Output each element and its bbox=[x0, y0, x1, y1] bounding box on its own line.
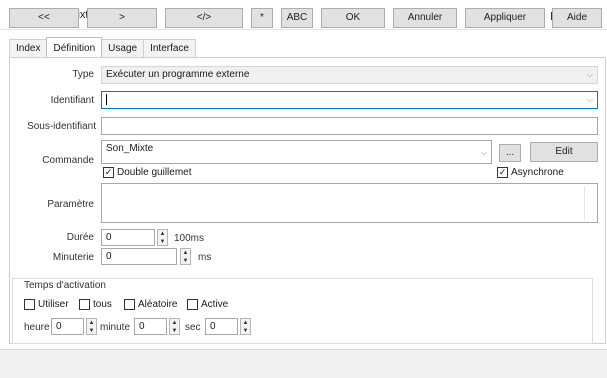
minuterie-input[interactable]: 0 bbox=[101, 248, 177, 265]
type-value: Exécuter un programme externe bbox=[106, 69, 250, 80]
commande-value: Son_Mixte bbox=[106, 143, 154, 154]
first-button[interactable]: << bbox=[9, 8, 79, 28]
spin-up-icon[interactable]: ▲ bbox=[181, 249, 190, 257]
aleatoire-label: Aléatoire bbox=[138, 299, 178, 310]
identifiant-label: Identifiant bbox=[50, 95, 94, 106]
checkbox-icon bbox=[187, 299, 198, 310]
spin-down-icon[interactable]: ▼ bbox=[181, 257, 190, 265]
heure-input[interactable]: 0 bbox=[51, 318, 84, 335]
minute-input[interactable]: 0 bbox=[134, 318, 167, 335]
abc-button[interactable]: ABC bbox=[281, 8, 313, 28]
minute-spinner[interactable]: ▲ ▼ bbox=[169, 318, 180, 335]
cancel-button[interactable]: Annuler bbox=[393, 8, 457, 28]
minuterie-unit: ms bbox=[198, 252, 212, 263]
ok-button[interactable]: OK bbox=[321, 8, 385, 28]
asynchrone-label: Asynchrone bbox=[511, 167, 564, 178]
identifiant-input[interactable]: ⌵ bbox=[101, 91, 598, 109]
double-guillemet-checkbox[interactable]: ✓ Double guillemet bbox=[103, 167, 192, 178]
spin-down-icon[interactable]: ▼ bbox=[87, 327, 96, 335]
tous-label: tous bbox=[93, 299, 112, 310]
apply-button[interactable]: Appliquer bbox=[465, 8, 545, 28]
text-cursor bbox=[106, 93, 107, 105]
aleatoire-checkbox[interactable]: Aléatoire bbox=[124, 299, 177, 310]
type-label: Type bbox=[72, 69, 94, 80]
commande-label: Commande bbox=[42, 155, 94, 166]
checkmark-icon: ✓ bbox=[103, 167, 114, 178]
activation-group-title: Temps d'activation bbox=[24, 280, 106, 291]
heure-spinner[interactable]: ▲ ▼ bbox=[86, 318, 97, 335]
checkbox-icon bbox=[124, 299, 135, 310]
code-button[interactable]: </> bbox=[165, 8, 243, 28]
chevron-down-icon: ⌵ bbox=[586, 70, 593, 79]
checkmark-icon: ✓ bbox=[497, 167, 508, 178]
checkbox-icon bbox=[24, 299, 35, 310]
spin-up-icon[interactable]: ▲ bbox=[158, 230, 167, 238]
spin-down-icon[interactable]: ▼ bbox=[170, 327, 179, 335]
tab-definition[interactable]: Définition bbox=[46, 37, 103, 58]
double-guillemet-label: Double guillemet bbox=[117, 167, 192, 178]
tab-strip: Index Définition Usage Interface bbox=[9, 37, 196, 58]
bottom-button-bar bbox=[0, 349, 607, 378]
browse-button[interactable]: ... bbox=[499, 144, 521, 162]
sous-identifiant-label: Sous-identifiant bbox=[27, 121, 96, 132]
edit-button[interactable]: Edit bbox=[530, 142, 598, 162]
tab-index[interactable]: Index bbox=[9, 39, 48, 57]
star-button[interactable]: * bbox=[251, 8, 273, 28]
type-select[interactable]: Exécuter un programme externe ⌵ bbox=[101, 66, 598, 84]
parametre-scrollbar[interactable] bbox=[584, 186, 595, 220]
checkbox-icon bbox=[79, 299, 90, 310]
tab-usage[interactable]: Usage bbox=[101, 39, 145, 57]
spin-down-icon[interactable]: ▼ bbox=[241, 327, 250, 335]
tab-interface[interactable]: Interface bbox=[143, 39, 196, 57]
minute-label: minute bbox=[100, 322, 131, 333]
sec-label: sec bbox=[185, 322, 201, 333]
duree-spinner[interactable]: ▲ ▼ bbox=[157, 229, 168, 246]
spin-up-icon[interactable]: ▲ bbox=[170, 319, 179, 327]
sec-spinner[interactable]: ▲ ▼ bbox=[240, 318, 251, 335]
duree-unit: 100ms bbox=[174, 233, 205, 244]
asynchrone-checkbox[interactable]: ✓ Asynchrone bbox=[497, 167, 564, 178]
minuterie-spinner[interactable]: ▲ ▼ bbox=[180, 248, 191, 265]
help-button[interactable]: Aide bbox=[552, 8, 602, 28]
active-checkbox[interactable]: Active bbox=[187, 299, 228, 310]
minuterie-label: Minuterie bbox=[52, 252, 94, 263]
heure-label: heure bbox=[24, 322, 50, 333]
chevron-down-icon: ⌵ bbox=[480, 148, 487, 157]
sous-identifiant-input[interactable] bbox=[101, 117, 598, 135]
spin-up-icon[interactable]: ▲ bbox=[241, 319, 250, 327]
duree-label: Durée bbox=[66, 232, 94, 243]
utiliser-checkbox[interactable]: Utiliser bbox=[24, 299, 69, 310]
tous-checkbox[interactable]: tous bbox=[79, 299, 112, 310]
utiliser-label: Utiliser bbox=[38, 299, 69, 310]
sec-input[interactable]: 0 bbox=[205, 318, 238, 335]
parametre-label: Paramètre bbox=[47, 199, 94, 210]
parametre-textarea[interactable] bbox=[101, 183, 598, 223]
commande-input[interactable]: Son_Mixte ⌵ bbox=[101, 140, 492, 164]
active-label: Active bbox=[201, 299, 229, 310]
duree-input[interactable]: 0 bbox=[101, 229, 155, 246]
next-button[interactable]: > bbox=[87, 8, 157, 28]
spin-down-icon[interactable]: ▼ bbox=[158, 238, 167, 246]
chevron-down-icon: ⌵ bbox=[586, 95, 593, 104]
spin-up-icon[interactable]: ▲ bbox=[87, 319, 96, 327]
